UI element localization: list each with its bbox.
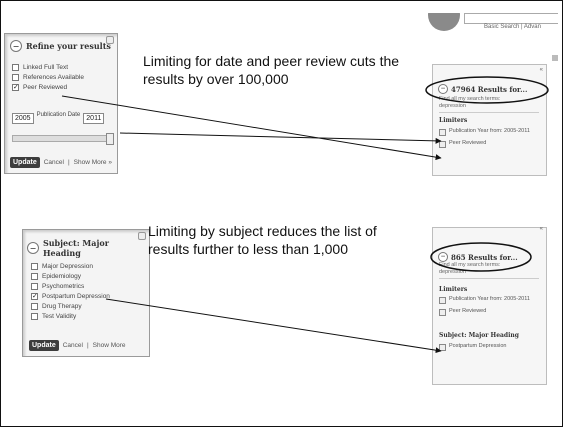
arrow-peer-reviewed bbox=[61, 95, 442, 161]
bottom-results-count-ellipse bbox=[430, 242, 532, 272]
annotation-overlay bbox=[61, 76, 549, 354]
top-results-count-ellipse bbox=[425, 76, 549, 104]
arrow-publication-date bbox=[119, 132, 442, 144]
slide: − Refine your results Linked Full Text R… bbox=[0, 0, 563, 427]
arrow-postpartum-depression bbox=[105, 298, 442, 354]
